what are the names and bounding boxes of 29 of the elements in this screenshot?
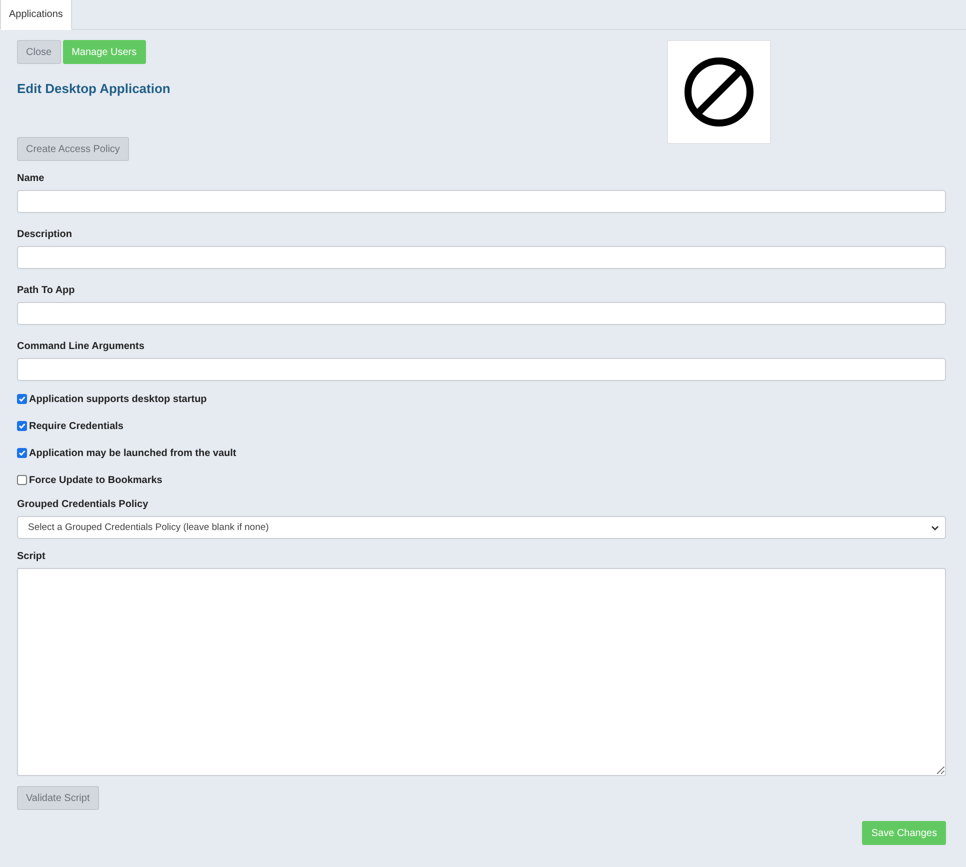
create-policy-button[interactable]: Create Access Policy: [17, 137, 129, 161]
tab[interactable]: Applications: [0, 0, 72, 30]
close-button[interactable]: Close: [17, 40, 61, 64]
chevron-down-icon: [931, 524, 939, 530]
validate-button[interactable]: Validate Script: [17, 786, 99, 810]
field-label: Description: [17, 229, 74, 241]
checkbox[interactable]: [17, 475, 27, 485]
text-field[interactable]: [17, 358, 946, 381]
field-label: Path To App: [17, 285, 76, 297]
field-label: Script: [17, 551, 46, 563]
checkbox-label: Application supports desktop startup: [29, 394, 207, 404]
text-field[interactable]: [17, 190, 946, 213]
text-field[interactable]: [17, 302, 946, 325]
checkbox[interactable]: [17, 448, 27, 458]
field-label: Grouped Credentials Policy: [17, 499, 150, 511]
field-label: Command Line Arguments: [17, 341, 146, 353]
manage-users-button[interactable]: Manage Users: [62, 40, 146, 64]
field-label: Name: [17, 173, 46, 185]
page-title: Edit Desktop Application: [17, 81, 172, 97]
checkbox-label: Require Credentials: [29, 420, 124, 432]
text-field[interactable]: [17, 246, 946, 269]
prohibited-icon: [683, 56, 755, 128]
checkbox[interactable]: [17, 421, 27, 431]
save-button[interactable]: Save Changes: [862, 821, 946, 845]
checkbox-label: Application may be launched from the vault: [29, 448, 236, 458]
script-textarea[interactable]: [17, 568, 946, 776]
checkbox[interactable]: [17, 394, 27, 404]
checkbox-label: Force Update to Bookmarks: [29, 474, 162, 486]
policy-select[interactable]: Select a Grouped Credentials Policy (leave blank if none): [17, 516, 946, 539]
